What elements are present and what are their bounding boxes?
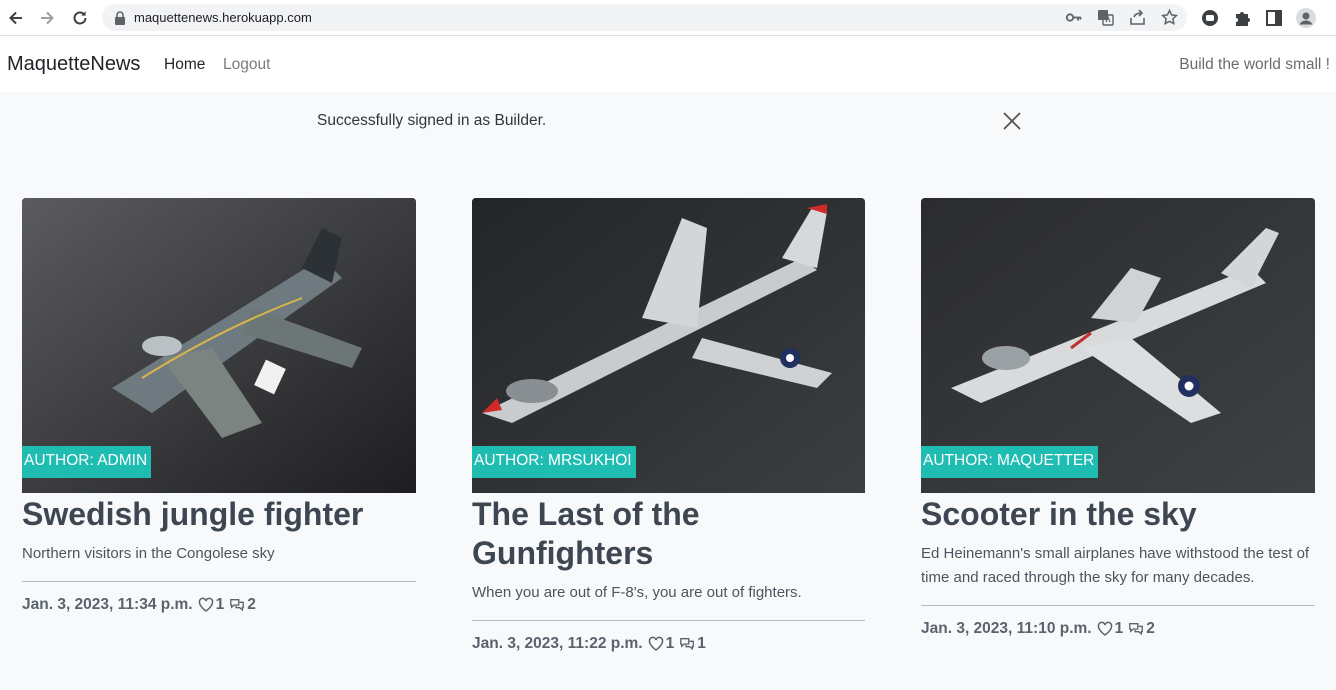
post-excerpt: Ed Heinemann's small airplanes have with…	[921, 545, 1310, 586]
post-image[interactable]: AUTHOR: ADMIN	[22, 198, 416, 493]
bookmark-star-icon[interactable]	[1161, 9, 1178, 26]
translate-icon[interactable]	[1097, 9, 1114, 26]
close-icon[interactable]	[1001, 110, 1023, 132]
comments-count: 1	[697, 635, 706, 652]
heart-icon[interactable]	[1097, 621, 1113, 637]
author-badge[interactable]: AUTHOR: MRSUKHOI	[472, 446, 636, 478]
nav-home-link[interactable]: Home	[164, 56, 205, 74]
url-text[interactable]: maquettenews.herokuapp.com	[134, 10, 312, 25]
likes-count: 1	[1114, 620, 1124, 637]
post-meta: Jan. 3, 2023, 11:22 p.m. 1 1	[472, 635, 865, 653]
reload-icon[interactable]	[68, 6, 92, 30]
comments-icon[interactable]	[229, 597, 245, 613]
post-meta: Jan. 3, 2023, 11:10 p.m. 1 2	[921, 620, 1315, 638]
comments-count: 2	[247, 596, 256, 613]
post-image[interactable]: AUTHOR: MAQUETTER	[921, 198, 1315, 493]
post-card[interactable]: AUTHOR: MRSUKHOI The Last of the Gunfigh…	[472, 198, 865, 653]
key-icon[interactable]	[1065, 9, 1082, 26]
post-date: Jan. 3, 2023, 11:22 p.m.	[472, 635, 643, 652]
post-excerpt: Northern visitors in the Congolese sky	[22, 545, 275, 562]
extension-circle-icon[interactable]	[1200, 8, 1220, 28]
nav-logout-link[interactable]: Logout	[223, 56, 270, 74]
heart-icon[interactable]	[648, 636, 664, 652]
lock-icon[interactable]	[114, 10, 126, 25]
extensions-puzzle-icon[interactable]	[1232, 8, 1252, 28]
comments-icon[interactable]	[1128, 621, 1144, 637]
post-title[interactable]: Scooter in the sky	[921, 495, 1315, 534]
comments-icon[interactable]	[679, 636, 695, 652]
browser-toolbar: maquettenews.herokuapp.com	[0, 0, 1336, 36]
author-badge[interactable]: AUTHOR: MAQUETTER	[921, 446, 1099, 478]
post-excerpt: When you are out of F-8's, you are out o…	[472, 584, 802, 601]
address-bar[interactable]: maquettenews.herokuapp.com	[102, 4, 1187, 31]
likes-count: 1	[665, 635, 675, 652]
post-title[interactable]: Swedish jungle fighter	[22, 495, 416, 534]
brand-logo[interactable]: MaquetteNews	[7, 53, 140, 76]
comments-count: 2	[1146, 620, 1155, 637]
side-panel-icon[interactable]	[1264, 8, 1284, 28]
site-tagline: Build the world small !	[1179, 56, 1330, 73]
signin-alert-message: Successfully signed in as Builder.	[317, 112, 547, 129]
post-date: Jan. 3, 2023, 11:34 p.m.	[22, 596, 193, 613]
back-arrow-icon[interactable]	[4, 6, 28, 30]
card-divider	[472, 620, 865, 621]
post-title[interactable]: The Last of the Gunfighters	[472, 495, 732, 573]
card-divider	[22, 581, 416, 582]
profile-avatar-icon[interactable]	[1296, 8, 1316, 28]
card-divider	[921, 605, 1315, 606]
author-badge[interactable]: AUTHOR: ADMIN	[22, 446, 152, 478]
share-icon[interactable]	[1129, 9, 1146, 26]
post-card[interactable]: AUTHOR: ADMIN Swedish jungle fighter Nor…	[22, 198, 416, 614]
post-date: Jan. 3, 2023, 11:10 p.m.	[921, 620, 1092, 637]
post-card[interactable]: AUTHOR: MAQUETTER Scooter in the sky Ed …	[921, 198, 1315, 638]
post-meta: Jan. 3, 2023, 11:34 p.m. 1 2	[22, 596, 416, 614]
forward-arrow-icon[interactable]	[35, 6, 59, 30]
post-image[interactable]: AUTHOR: MRSUKHOI	[472, 198, 865, 493]
site-navbar: MaquetteNews Home Logout Build the world…	[0, 37, 1336, 92]
likes-count: 1	[215, 596, 225, 613]
heart-icon[interactable]	[198, 597, 214, 613]
